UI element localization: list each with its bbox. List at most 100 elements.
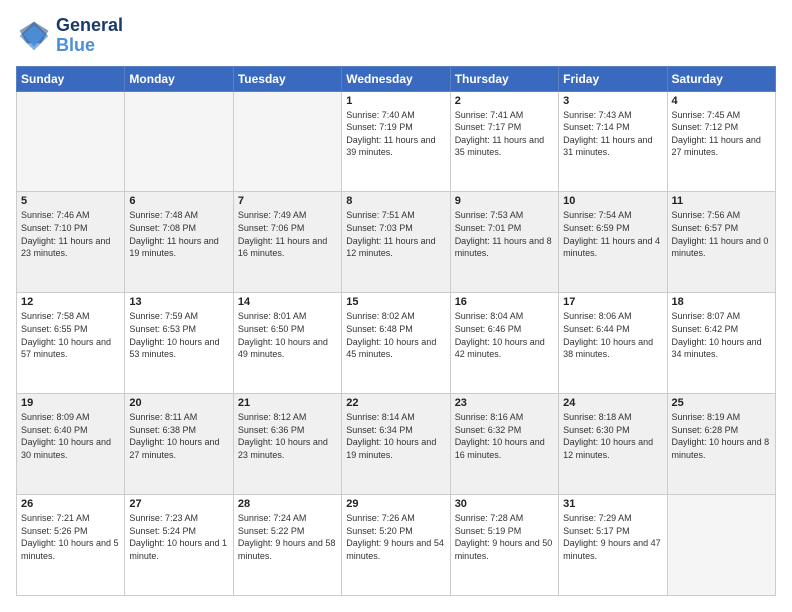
day-cell: 30 Sunrise: 7:28 AMSunset: 5:19 PMDayligh…: [450, 495, 558, 596]
day-cell: 15 Sunrise: 8:02 AMSunset: 6:48 PMDayligh…: [342, 293, 450, 394]
logo: General Blue: [16, 16, 123, 56]
day-cell: 17 Sunrise: 8:06 AMSunset: 6:44 PMDayligh…: [559, 293, 667, 394]
day-number: 6: [129, 195, 228, 207]
day-cell: 23 Sunrise: 8:16 AMSunset: 6:32 PMDayligh…: [450, 394, 558, 495]
day-cell: [17, 91, 125, 192]
day-info: Sunrise: 7:43 AMSunset: 7:14 PMDaylight:…: [563, 109, 662, 159]
day-cell: 9Sunrise: 7:53 AMSunset: 7:01 PMDaylight…: [450, 192, 558, 293]
weekday-header-sunday: Sunday: [17, 66, 125, 91]
day-number: 29: [346, 498, 445, 510]
day-cell: 27 Sunrise: 7:23 AMSunset: 5:24 PMDayligh…: [125, 495, 233, 596]
day-info: Sunrise: 7:45 AMSunset: 7:12 PMDaylight:…: [672, 109, 771, 159]
week-row-4: 19 Sunrise: 8:09 AMSunset: 6:40 PMDayligh…: [17, 394, 776, 495]
day-cell: 10 Sunrise: 7:54 AMSunset: 6:59 PMDayligh…: [559, 192, 667, 293]
day-number: 25: [672, 397, 771, 409]
day-cell: 31 Sunrise: 7:29 AMSunset: 5:17 PMDayligh…: [559, 495, 667, 596]
day-cell: 24 Sunrise: 8:18 AMSunset: 6:30 PMDayligh…: [559, 394, 667, 495]
day-number: 10: [563, 195, 662, 207]
day-cell: 21Sunrise: 8:12 AMSunset: 6:36 PMDayligh…: [233, 394, 341, 495]
day-info: Sunrise: 8:14 AMSunset: 6:34 PMDaylight:…: [346, 411, 445, 461]
day-info: Sunrise: 8:19 AMSunset: 6:28 PMDaylight:…: [672, 411, 771, 461]
day-number: 22: [346, 397, 445, 409]
day-number: 3: [563, 95, 662, 107]
weekday-header-thursday: Thursday: [450, 66, 558, 91]
day-info: Sunrise: 7:51 AMSunset: 7:03 PMDaylight:…: [346, 209, 445, 259]
day-info: Sunrise: 7:41 AMSunset: 7:17 PMDaylight:…: [455, 109, 554, 159]
day-info: Sunrise: 8:06 AMSunset: 6:44 PMDaylight:…: [563, 310, 662, 360]
day-cell: 11 Sunrise: 7:56 AMSunset: 6:57 PMDayligh…: [667, 192, 775, 293]
day-number: 19: [21, 397, 120, 409]
day-cell: 6 Sunrise: 7:48 AMSunset: 7:08 PMDaylight…: [125, 192, 233, 293]
day-number: 14: [238, 296, 337, 308]
day-cell: [667, 495, 775, 596]
day-info: Sunrise: 7:58 AMSunset: 6:55 PMDaylight:…: [21, 310, 120, 360]
day-number: 28: [238, 498, 337, 510]
day-number: 2: [455, 95, 554, 107]
day-info: Sunrise: 7:21 AMSunset: 5:26 PMDaylight:…: [21, 512, 120, 562]
day-number: 27: [129, 498, 228, 510]
day-cell: 29 Sunrise: 7:26 AMSunset: 5:20 PMDayligh…: [342, 495, 450, 596]
day-cell: 8 Sunrise: 7:51 AMSunset: 7:03 PMDaylight…: [342, 192, 450, 293]
day-number: 15: [346, 296, 445, 308]
day-info: Sunrise: 8:04 AMSunset: 6:46 PMDaylight:…: [455, 310, 554, 360]
day-number: 17: [563, 296, 662, 308]
day-number: 24: [563, 397, 662, 409]
day-info: Sunrise: 7:29 AMSunset: 5:17 PMDaylight:…: [563, 512, 662, 562]
day-number: 13: [129, 296, 228, 308]
day-info: Sunrise: 8:16 AMSunset: 6:32 PMDaylight:…: [455, 411, 554, 461]
day-cell: 5Sunrise: 7:46 AMSunset: 7:10 PMDaylight…: [17, 192, 125, 293]
day-info: Sunrise: 7:48 AMSunset: 7:08 PMDaylight:…: [129, 209, 228, 259]
page: General Blue SundayMondayTuesdayWednesda…: [0, 0, 792, 612]
day-info: Sunrise: 8:01 AMSunset: 6:50 PMDaylight:…: [238, 310, 337, 360]
day-info: Sunrise: 7:28 AMSunset: 5:19 PMDaylight:…: [455, 512, 554, 562]
day-number: 11: [672, 195, 771, 207]
weekday-header-monday: Monday: [125, 66, 233, 91]
day-info: Sunrise: 8:07 AMSunset: 6:42 PMDaylight:…: [672, 310, 771, 360]
week-row-5: 26Sunrise: 7:21 AMSunset: 5:26 PMDayligh…: [17, 495, 776, 596]
day-info: Sunrise: 7:46 AMSunset: 7:10 PMDaylight:…: [21, 209, 120, 259]
day-number: 23: [455, 397, 554, 409]
day-info: Sunrise: 7:54 AMSunset: 6:59 PMDaylight:…: [563, 209, 662, 259]
day-cell: 18 Sunrise: 8:07 AMSunset: 6:42 PMDayligh…: [667, 293, 775, 394]
day-cell: [125, 91, 233, 192]
day-info: Sunrise: 7:40 AMSunset: 7:19 PMDaylight:…: [346, 109, 445, 159]
day-number: 8: [346, 195, 445, 207]
week-row-2: 5Sunrise: 7:46 AMSunset: 7:10 PMDaylight…: [17, 192, 776, 293]
day-cell: 16 Sunrise: 8:04 AMSunset: 6:46 PMDayligh…: [450, 293, 558, 394]
day-number: 21: [238, 397, 337, 409]
day-number: 7: [238, 195, 337, 207]
day-cell: 2 Sunrise: 7:41 AMSunset: 7:17 PMDaylight…: [450, 91, 558, 192]
day-cell: 28Sunrise: 7:24 AMSunset: 5:22 PMDayligh…: [233, 495, 341, 596]
day-info: Sunrise: 7:59 AMSunset: 6:53 PMDaylight:…: [129, 310, 228, 360]
calendar: SundayMondayTuesdayWednesdayThursdayFrid…: [16, 66, 776, 596]
day-info: Sunrise: 7:23 AMSunset: 5:24 PMDaylight:…: [129, 512, 228, 562]
day-number: 30: [455, 498, 554, 510]
day-cell: 7 Sunrise: 7:49 AMSunset: 7:06 PMDaylight…: [233, 192, 341, 293]
day-number: 18: [672, 296, 771, 308]
day-info: Sunrise: 8:18 AMSunset: 6:30 PMDaylight:…: [563, 411, 662, 461]
weekday-header-wednesday: Wednesday: [342, 66, 450, 91]
day-cell: 19 Sunrise: 8:09 AMSunset: 6:40 PMDayligh…: [17, 394, 125, 495]
week-row-1: 1 Sunrise: 7:40 AMSunset: 7:19 PMDaylight…: [17, 91, 776, 192]
day-cell: 25 Sunrise: 8:19 AMSunset: 6:28 PMDayligh…: [667, 394, 775, 495]
weekday-header-row: SundayMondayTuesdayWednesdayThursdayFrid…: [17, 66, 776, 91]
week-row-3: 12 Sunrise: 7:58 AMSunset: 6:55 PMDayligh…: [17, 293, 776, 394]
day-number: 12: [21, 296, 120, 308]
day-number: 9: [455, 195, 554, 207]
day-cell: 20Sunrise: 8:11 AMSunset: 6:38 PMDayligh…: [125, 394, 233, 495]
weekday-header-tuesday: Tuesday: [233, 66, 341, 91]
day-number: 31: [563, 498, 662, 510]
day-info: Sunrise: 8:09 AMSunset: 6:40 PMDaylight:…: [21, 411, 120, 461]
day-info: Sunrise: 7:26 AMSunset: 5:20 PMDaylight:…: [346, 512, 445, 562]
logo-text: General Blue: [56, 16, 123, 56]
day-info: Sunrise: 7:56 AMSunset: 6:57 PMDaylight:…: [672, 209, 771, 259]
day-cell: 4Sunrise: 7:45 AMSunset: 7:12 PMDaylight…: [667, 91, 775, 192]
day-number: 16: [455, 296, 554, 308]
day-number: 1: [346, 95, 445, 107]
day-cell: 1 Sunrise: 7:40 AMSunset: 7:19 PMDaylight…: [342, 91, 450, 192]
day-cell: 26Sunrise: 7:21 AMSunset: 5:26 PMDayligh…: [17, 495, 125, 596]
day-info: Sunrise: 7:49 AMSunset: 7:06 PMDaylight:…: [238, 209, 337, 259]
day-info: Sunrise: 8:02 AMSunset: 6:48 PMDaylight:…: [346, 310, 445, 360]
day-cell: 3 Sunrise: 7:43 AMSunset: 7:14 PMDaylight…: [559, 91, 667, 192]
header: General Blue: [16, 16, 776, 56]
